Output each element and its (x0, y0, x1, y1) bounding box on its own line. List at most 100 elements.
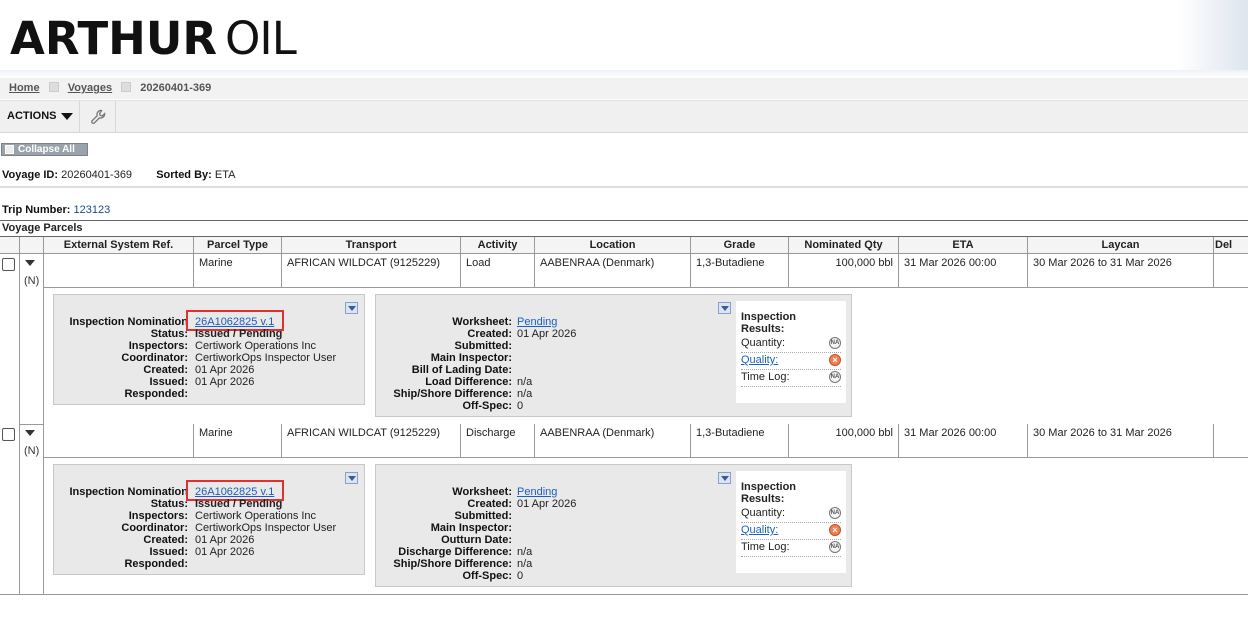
cell-activity: Discharge (461, 424, 535, 458)
brand-logo: ARTHUR OIL (10, 12, 297, 65)
breadcrumb-separator-icon (48, 82, 59, 93)
nomination-dropdown-button[interactable] (345, 472, 358, 484)
col-header-external-ref[interactable]: External System Ref. (44, 237, 194, 254)
inspectors-value: Certiwork Operations Inc (195, 510, 317, 522)
col-header-activity[interactable]: Activity (461, 237, 535, 254)
cell-transport: AFRICAN WILDCAT (9125229) (282, 424, 461, 458)
voyage-id-value: 20260401-369 (61, 169, 133, 181)
collapse-icon (5, 145, 14, 154)
col-header-nominated-qty[interactable]: Nominated Qty (789, 237, 899, 254)
status-value: Issued / Pending (195, 498, 283, 510)
status-label: Status: (150, 328, 188, 340)
cell-parcel-type: Marine (194, 254, 282, 288)
breadcrumb-home-link[interactable]: Home (9, 82, 40, 94)
cell-eta: 31 Mar 2026 00:00 (899, 254, 1028, 288)
result-quantity-label: Quantity: (741, 337, 786, 349)
dropdown-caret-icon (348, 306, 356, 311)
coordinator-value: CertiworkOps Inspector User (195, 352, 337, 364)
col-header-laycan[interactable]: Laycan (1028, 237, 1214, 254)
voyage-id-label: Voyage ID: (2, 169, 59, 181)
ws-off-spec-label: Off-Spec: (462, 400, 513, 412)
na-status-icon: NA (829, 337, 841, 349)
col-header-grade[interactable]: Grade (691, 237, 789, 254)
status-value: Issued / Pending (195, 328, 283, 340)
col-header-eta[interactable]: ETA (899, 237, 1028, 254)
inspection-results-title: Inspection Results: (741, 481, 797, 505)
result-quantity: Quantity: NA (741, 506, 841, 523)
app-header: ARTHUR OIL (0, 0, 1248, 78)
result-time-log: Time Log: NA (741, 370, 841, 387)
col-header-expand (20, 237, 44, 254)
toolbar: ACTIONS (0, 100, 1248, 133)
issued-value: 01 Apr 2026 (195, 376, 255, 388)
nomination-dropdown-button[interactable] (345, 302, 358, 314)
result-quantity-label: Quantity: (741, 507, 786, 519)
worksheet-label: Worksheet: (452, 316, 512, 328)
header-fade (1178, 0, 1248, 74)
worksheet-dropdown-button[interactable] (718, 472, 731, 484)
ws-ship-shore-value: n/a (517, 558, 533, 570)
result-time-log-label: Time Log: (741, 541, 790, 553)
result-quantity: Quantity: NA (741, 336, 841, 353)
cell-activity: Load (461, 254, 535, 288)
col-header-parcel-type[interactable]: Parcel Type (194, 237, 282, 254)
dropdown-caret-icon (721, 476, 729, 481)
col-header-location[interactable]: Location (535, 237, 691, 254)
created-label: Created: (143, 364, 188, 376)
ws-created-value: 01 Apr 2026 (517, 498, 577, 510)
row-select-checkbox[interactable] (2, 258, 15, 271)
ws-date-label: Bill of Lading Date: (411, 364, 512, 376)
issued-value: 01 Apr 2026 (195, 546, 255, 558)
coordinator-label: Coordinator: (121, 522, 188, 534)
sorted-by-label: Sorted By: (156, 169, 212, 181)
col-header-transport[interactable]: Transport (282, 237, 461, 254)
nomination-label: Inspection Nomination (69, 316, 188, 328)
dropdown-caret-icon (348, 476, 356, 481)
cell-laycan: 30 Mar 2026 to 31 Mar 2026 (1028, 424, 1214, 458)
breadcrumb: Home Voyages 20260401-369 (0, 78, 1248, 99)
worksheet-dropdown-button[interactable] (718, 302, 731, 314)
worksheet-pending-link[interactable]: Pending (517, 486, 557, 498)
ws-created-label: Created: (467, 328, 512, 340)
brand-name-bold: ARTHUR (10, 12, 218, 65)
collapse-all-button[interactable]: Collapse All (1, 143, 88, 156)
wrench-tool-button[interactable] (81, 101, 116, 133)
cell-external-ref (44, 424, 194, 458)
ws-main-inspector-label: Main Inspector: (430, 352, 512, 364)
caret-down-icon (60, 112, 73, 120)
actions-menu-button[interactable]: ACTIONS (0, 101, 80, 133)
cell-parcel-type: Marine (194, 424, 282, 458)
ws-difference-value: n/a (517, 376, 533, 388)
dropdown-caret-icon (721, 306, 729, 311)
status-label: Status: (150, 498, 188, 510)
worksheet-pending-link[interactable]: Pending (517, 316, 557, 328)
ws-date-label: Outturn Date: (441, 534, 512, 546)
created-label: Created: (143, 534, 188, 546)
result-quality: Quality: × (741, 523, 841, 540)
col-header-del[interactable]: Del (1214, 237, 1248, 254)
row-flag: (N) (24, 445, 40, 457)
inspection-nomination-panel: Inspection Nomination Status: Inspectors… (53, 294, 365, 405)
ws-off-spec-value: 0 (517, 570, 524, 582)
cell-laycan: 30 Mar 2026 to 31 Mar 2026 (1028, 254, 1214, 288)
divider (0, 186, 1248, 188)
result-quality-link[interactable]: Quality: (741, 524, 778, 536)
sorted-by-value: ETA (214, 169, 236, 181)
worksheet-panel: Worksheet: Created: Submitted: Main Insp… (375, 294, 852, 417)
inspection-results-box: Inspection Results: Quantity: NA Quality… (736, 301, 846, 403)
ws-off-spec-label: Off-Spec: (462, 570, 513, 582)
ws-created-value: 01 Apr 2026 (517, 328, 577, 340)
row-select-checkbox[interactable] (2, 428, 15, 441)
issued-label: Issued: (149, 376, 188, 388)
result-quality-link[interactable]: Quality: (741, 354, 778, 366)
breadcrumb-voyages-link[interactable]: Voyages (68, 82, 112, 94)
na-status-icon: NA (829, 507, 841, 519)
row-collapse-triangle-icon[interactable] (25, 260, 35, 266)
cell-nominated-qty: 100,000 bbl (789, 424, 899, 458)
worksheet-panel: Worksheet: Created: Submitted: Main Insp… (375, 464, 852, 587)
inspectors-value: Certiwork Operations Inc (195, 340, 317, 352)
collapse-all-label: Collapse All (18, 144, 75, 155)
na-status-icon: NA (829, 371, 841, 383)
row-collapse-triangle-icon[interactable] (25, 430, 35, 436)
issued-label: Issued: (149, 546, 188, 558)
